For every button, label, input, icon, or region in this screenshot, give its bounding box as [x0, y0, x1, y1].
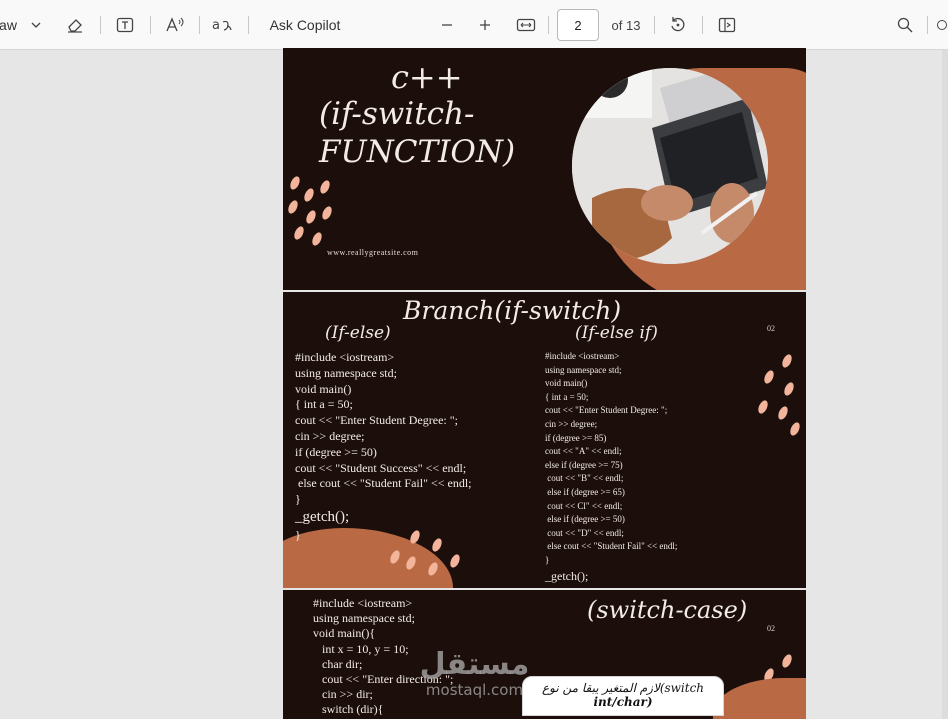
code-line: cout << "Student Success" << endl;	[295, 460, 467, 475]
watermark-domain: mostaql.com	[425, 681, 524, 699]
code-line: }	[295, 492, 301, 507]
decorative-dot	[782, 380, 796, 398]
toolbar-divider	[248, 16, 249, 34]
page-view-icon[interactable]	[714, 0, 740, 50]
code-line: #include <iostream>	[313, 596, 413, 610]
watermark-arabic: مستقل	[419, 647, 530, 682]
code-line: cout << "Enter Student Degree: ";	[545, 405, 668, 416]
code-line: }	[295, 527, 301, 542]
toolbar-divider	[927, 16, 928, 34]
toolbar-divider	[654, 16, 655, 34]
toolbar-divider	[199, 16, 200, 34]
if-else-heading: (If-else)	[325, 323, 391, 343]
decorative-dot	[320, 204, 334, 222]
if-else-if-heading: (If-else if)	[575, 323, 658, 343]
code-line: cout << "B" << endl;	[545, 473, 624, 484]
code-line: cin >> degree;	[295, 428, 365, 443]
decorative-dot	[780, 352, 794, 370]
decorative-dot	[762, 368, 776, 386]
code-line: if (degree >= 50)	[295, 444, 377, 459]
code-line: #include <iostream>	[295, 350, 395, 364]
code-line: { int a = 50;	[545, 391, 589, 402]
code-line: cout << "Enter Student Degree: ";	[295, 413, 458, 428]
page-number-input[interactable]	[557, 9, 599, 41]
laptop-hands-photo	[572, 68, 768, 264]
code-line: else if (degree >= 50)	[545, 514, 625, 525]
decorative-dot	[756, 398, 770, 416]
fit-width-icon[interactable]	[514, 0, 538, 50]
search-icon[interactable]	[892, 0, 918, 50]
decorative-blob	[713, 678, 806, 719]
code-line: using namespace std;	[545, 364, 622, 375]
slide-3-title: (switch-case)	[587, 596, 748, 624]
decorative-dot	[788, 420, 802, 438]
code-line: _getch();	[545, 568, 589, 583]
vertical-scrollbar[interactable]	[942, 50, 948, 719]
slide-1-title-line-1: c++	[391, 58, 463, 96]
tooltip-line-1: لازم المتغير يبقا من نوع(switch	[541, 681, 705, 695]
code-line: #include <iostream>	[545, 351, 620, 361]
code-line: _getch();	[295, 508, 350, 525]
code-line: cout << Cl" << endl;	[545, 500, 623, 511]
decorative-dot	[448, 552, 462, 570]
zoom-in-icon[interactable]	[474, 0, 496, 50]
slide-2-branch: Branch(if-switch) (If-else) (If-else if)…	[283, 292, 806, 588]
decorative-dot	[286, 198, 300, 216]
code-line: cout << "A" << endl;	[545, 446, 622, 457]
mostaql-watermark: مستقل mostaql.com	[412, 648, 537, 708]
toolbar-divider	[702, 16, 703, 34]
ask-copilot-button[interactable]: Ask Copilot	[262, 0, 348, 50]
toolbar-divider	[100, 16, 101, 34]
draw-dropdown-chevron-icon[interactable]	[28, 0, 44, 50]
code-line: else cout << "Student Fail" << endl;	[545, 541, 678, 552]
slide-1-title-line-2: (if-switch-	[319, 96, 475, 132]
code-line: cout << "D" << endl;	[545, 527, 624, 538]
code-line: cin >> degree;	[545, 418, 598, 429]
code-line: else cout << "Student Fail" << endl;	[295, 476, 472, 491]
code-line: using namespace std;	[313, 611, 415, 626]
tooltip-line-2: int/char)	[593, 695, 653, 709]
text-box-icon[interactable]	[112, 0, 138, 50]
read-aloud-icon[interactable]	[162, 0, 188, 50]
code-line: else if (degree >= 75)	[545, 459, 623, 470]
svg-text:a: a	[212, 18, 220, 33]
code-line: if (degree >= 85)	[545, 432, 607, 443]
pdf-toolbar: aw a Ask Copilot of 13	[0, 0, 948, 50]
slide-1-title: c++ (if-switch- FUNCTION) www.reallygrea…	[283, 48, 806, 290]
page-total: of 13	[611, 17, 641, 33]
code-line: }	[545, 554, 550, 565]
slide-page-number: 02	[767, 624, 775, 633]
draw-button[interactable]: aw	[0, 0, 17, 50]
code-line: { int a = 50;	[295, 397, 353, 412]
draw-label: aw	[0, 17, 17, 33]
slide-1-title-line-3: FUNCTION)	[319, 134, 516, 170]
slide-2-title: Branch(if-switch)	[403, 296, 622, 325]
decorative-dot	[318, 178, 332, 196]
code-line: else if (degree >= 65)	[545, 486, 625, 497]
decorative-dot	[288, 174, 302, 192]
annotation-tooltip: لازم المتغير يبقا من نوع(switch int/char…	[522, 676, 724, 716]
slide-page-number: 02	[767, 324, 775, 333]
code-line: void main(){	[313, 626, 376, 641]
decorative-dot	[304, 208, 318, 226]
toolbar-divider	[150, 16, 151, 34]
ask-copilot-label: Ask Copilot	[269, 17, 341, 33]
code-line: void main()	[545, 378, 588, 389]
zoom-out-icon[interactable]	[436, 0, 458, 50]
decorative-dot	[776, 404, 790, 422]
eraser-icon[interactable]	[62, 0, 88, 50]
decorative-dot	[302, 186, 316, 204]
copilot-sidebar-icon[interactable]	[936, 0, 948, 50]
website-text: www.reallygreatsite.com	[327, 248, 419, 257]
rotate-icon[interactable]	[666, 0, 690, 50]
code-line: using namespace std;	[295, 365, 397, 380]
decorative-dot	[292, 224, 306, 242]
code-line: void main()	[295, 381, 352, 396]
decorative-dot	[780, 652, 794, 670]
if-else-if-code-block: #include <iostream> using namespace std; v…	[545, 350, 677, 585]
decorative-dot	[310, 230, 324, 248]
toolbar-divider	[548, 16, 549, 34]
if-else-code-block: #include <iostream> using namespace std; v…	[295, 350, 472, 544]
translate-icon[interactable]: a	[210, 0, 236, 50]
